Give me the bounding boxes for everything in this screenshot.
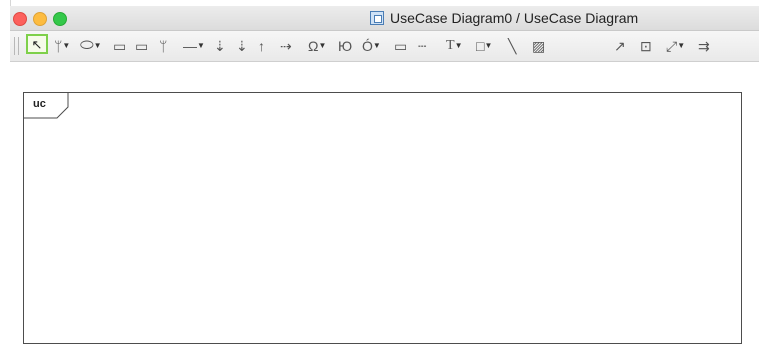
text-icon: T bbox=[446, 38, 455, 53]
subsystem-tool-button[interactable]: ▭ bbox=[135, 35, 148, 57]
actor-tool-button[interactable]: ᛘ ▼ bbox=[54, 35, 70, 57]
close-window-button[interactable] bbox=[13, 12, 27, 26]
diagram-canvas[interactable]: uc bbox=[10, 62, 759, 347]
chevron-down-icon: ▼ bbox=[197, 41, 205, 50]
generalization-tool-button[interactable]: ↑ bbox=[258, 35, 265, 57]
toolbar-grip[interactable] bbox=[14, 37, 19, 55]
note-icon: ▭ bbox=[394, 38, 408, 54]
zoom-window-button[interactable] bbox=[53, 12, 67, 26]
pin-element-tool-button[interactable]: ᛘ bbox=[159, 35, 167, 57]
subsystem-icon: ▭ bbox=[135, 38, 149, 54]
chevron-down-icon: ▼ bbox=[454, 41, 463, 50]
rectangle-tool-button[interactable]: □ ▼ bbox=[476, 35, 492, 57]
chevron-down-icon: ▼ bbox=[677, 41, 686, 50]
text-tool-button[interactable]: T ▼ bbox=[446, 35, 462, 57]
rectangle-icon: □ bbox=[476, 38, 485, 54]
lifeline-tool-button[interactable]: Ó ▼ bbox=[362, 35, 381, 57]
frame-label: uc bbox=[33, 98, 46, 110]
actor-icon: ᛘ bbox=[54, 38, 63, 54]
pin-icon: ᛘ bbox=[159, 38, 168, 54]
frame-label-tab: uc bbox=[24, 93, 70, 119]
chevron-down-icon: ▼ bbox=[484, 41, 493, 50]
note-link-tool-button[interactable]: ┄ bbox=[418, 35, 426, 57]
chevron-down-icon: ▼ bbox=[93, 41, 102, 50]
connector-icon: ⤢ bbox=[666, 38, 678, 54]
package-tool-button[interactable]: ▭ bbox=[113, 35, 126, 57]
center-icon: ⊡ bbox=[640, 38, 652, 54]
more-tools-button[interactable]: ⇉ bbox=[698, 35, 710, 57]
line-tool-button[interactable]: ╲ bbox=[508, 35, 516, 57]
pin-tool-button[interactable]: ↗ bbox=[614, 35, 626, 57]
image-icon: ▨ bbox=[532, 38, 546, 54]
extend-tool-button[interactable]: ⇣ bbox=[214, 35, 226, 57]
chevron-down-icon: ▼ bbox=[62, 41, 71, 50]
line-icon: ╲ bbox=[508, 38, 517, 54]
diagram-toolbar: ↖ ᛘ ▼ ⬭ ▼ ▭ ▭ ᛘ — ▼ ⇣ ⇣ ↑ ⇢ Ω ▼ Ю Ó ▼ ▭ … bbox=[10, 31, 759, 62]
pointer-tool-button[interactable]: ↖ bbox=[26, 34, 48, 54]
include-icon: ⇣ bbox=[236, 38, 248, 54]
minimize-window-button[interactable] bbox=[33, 12, 47, 26]
app-window: UseCase Diagram0 / UseCase Diagram ↖ ᛘ ▼ … bbox=[0, 0, 759, 347]
chevron-down-icon: ▼ bbox=[318, 41, 327, 50]
note-link-icon: ┄ bbox=[418, 38, 427, 54]
generalization-icon: ↑ bbox=[258, 38, 265, 54]
image-tool-button[interactable]: ▨ bbox=[532, 35, 545, 57]
usecase-icon: ⬭ bbox=[80, 37, 94, 54]
center-tool-button[interactable]: ⊡ bbox=[640, 35, 652, 57]
interface-icon: Ю bbox=[338, 38, 353, 54]
pointer-icon: ↖ bbox=[31, 36, 43, 52]
more-icon: ⇉ bbox=[698, 38, 710, 54]
window-title-text: UseCase Diagram0 / UseCase Diagram bbox=[390, 10, 639, 26]
chevron-down-icon: ▼ bbox=[372, 41, 381, 50]
include-tool-button[interactable]: ⇣ bbox=[236, 35, 248, 57]
lifeline-icon: Ó bbox=[362, 38, 373, 54]
dependency-tool-button[interactable]: ⇢ bbox=[280, 35, 292, 57]
association-tool-button[interactable]: — ▼ bbox=[183, 35, 205, 57]
interface-tool-button[interactable]: Ю bbox=[338, 35, 352, 57]
boundary-icon: Ω bbox=[308, 38, 319, 54]
pin-tool-icon: ↗ bbox=[614, 38, 626, 54]
note-tool-button[interactable]: ▭ bbox=[394, 35, 407, 57]
association-icon: — bbox=[183, 38, 197, 54]
title-bar: UseCase Diagram0 / UseCase Diagram bbox=[10, 6, 759, 31]
frame-tab-outline bbox=[24, 93, 69, 119]
diagram-document-icon bbox=[370, 11, 384, 25]
boundary-tool-button[interactable]: Ω ▼ bbox=[308, 35, 326, 57]
usecase-tool-button[interactable]: ⬭ ▼ bbox=[80, 35, 102, 57]
connector-tool-button[interactable]: ⤢ ▼ bbox=[666, 35, 685, 57]
extend-icon: ⇣ bbox=[214, 38, 226, 54]
window-title: UseCase Diagram0 / UseCase Diagram bbox=[370, 8, 638, 28]
usecase-frame[interactable]: uc bbox=[23, 92, 742, 344]
dependency-icon: ⇢ bbox=[280, 38, 292, 54]
package-icon: ▭ bbox=[113, 38, 127, 54]
